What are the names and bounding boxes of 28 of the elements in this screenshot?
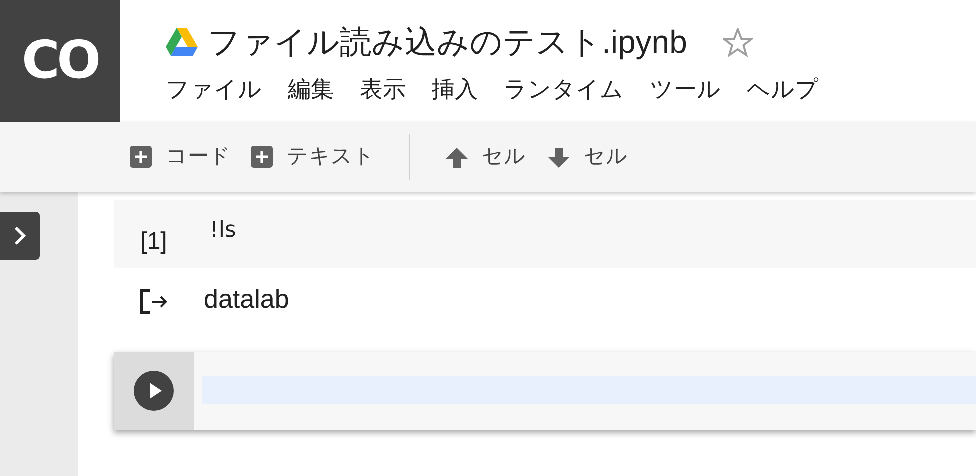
notebook-title[interactable]: ファイル読み込みのテスト.ipynb bbox=[208, 18, 688, 66]
code-cell[interactable]: [1] !ls bbox=[114, 200, 976, 268]
code-cell[interactable] bbox=[114, 352, 976, 430]
output-text: datalab bbox=[203, 282, 290, 316]
chevron-right-icon bbox=[13, 225, 27, 247]
menu-item[interactable]: ファイル bbox=[166, 72, 262, 106]
move-cell-button[interactable]: セル bbox=[548, 141, 628, 173]
expand-sidebar-button[interactable] bbox=[0, 212, 40, 260]
logo[interactable]: CO bbox=[0, 0, 120, 122]
plus-icon bbox=[130, 146, 152, 168]
move-cell-button[interactable]: セル bbox=[446, 141, 526, 173]
execution-count: [1] bbox=[140, 227, 168, 257]
add-cell-button[interactable]: コード bbox=[130, 141, 231, 173]
drive-icon bbox=[166, 28, 198, 56]
menu-item[interactable]: ヘルプ bbox=[747, 72, 819, 106]
menu-item[interactable]: 編集 bbox=[288, 72, 334, 106]
arrow-up-icon bbox=[446, 146, 468, 168]
menu-item[interactable]: 挿入 bbox=[432, 72, 478, 106]
code-text: !ls bbox=[210, 218, 236, 243]
menu-item[interactable]: ランタイム bbox=[504, 72, 624, 106]
add-cell-button[interactable]: テキスト bbox=[251, 141, 375, 173]
menu-item[interactable]: ツール bbox=[650, 72, 721, 106]
arrow-down-icon bbox=[548, 146, 570, 168]
output-icon bbox=[140, 289, 168, 315]
plus-icon bbox=[251, 146, 273, 168]
menu-item[interactable]: 表示 bbox=[360, 72, 406, 106]
star-icon[interactable] bbox=[723, 28, 754, 56]
play-icon[interactable] bbox=[134, 371, 174, 411]
